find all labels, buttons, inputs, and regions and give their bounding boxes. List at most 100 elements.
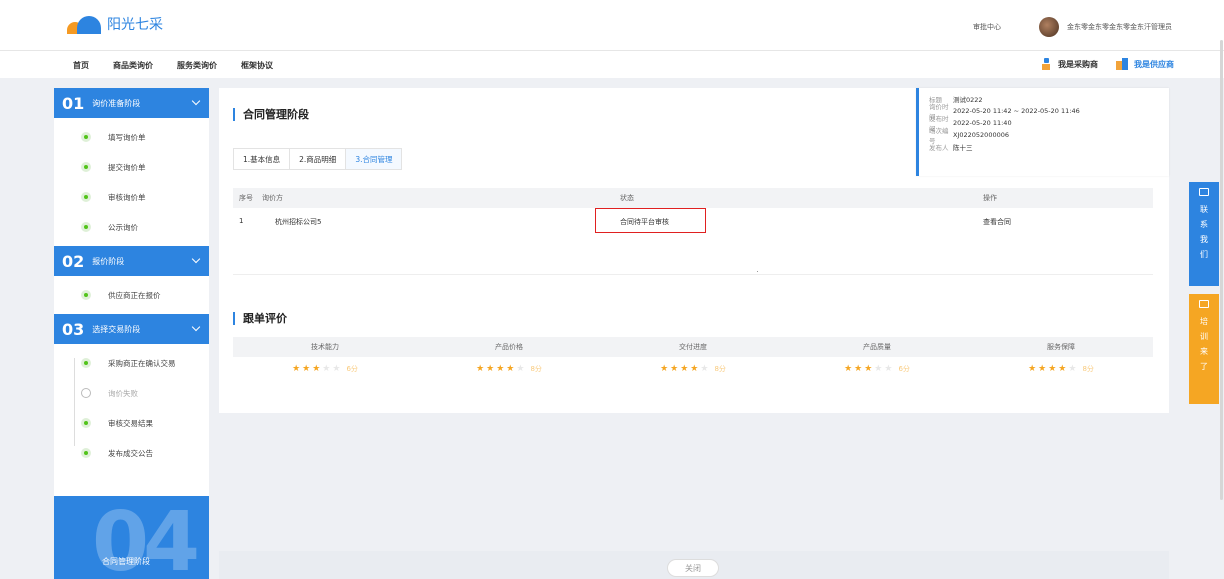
step-item[interactable]: 采购商正在确认交易 (54, 348, 209, 378)
supplier-label: 我是供应商 (1134, 59, 1174, 69)
status-highlight-box (595, 208, 706, 233)
stage-title: 询价准备阶段 (92, 98, 141, 108)
eval-col-price: 产品价格 (495, 343, 523, 351)
stage-number: 03 (62, 319, 85, 339)
star-filled-icon: ★ (670, 363, 679, 374)
close-button[interactable]: 关闭 (667, 559, 719, 577)
step-done-icon (81, 290, 91, 300)
star-filled-icon: ★ (660, 363, 669, 374)
info-value: 2022-05-20 11:42 ~ 2022-05-20 11:46 (953, 107, 1080, 115)
step-item[interactable]: 公示询价 (54, 212, 209, 242)
supplier-link[interactable]: 我是供应商 (1116, 58, 1174, 70)
step-done-icon (81, 358, 91, 368)
contact-char: 联 (1200, 205, 1208, 214)
star-empty-icon: ★ (700, 363, 709, 374)
stage-title: 选择交易阶段 (92, 324, 141, 334)
nav-menu: 首页 商品类询价 服务类询价 框架协议 (73, 60, 297, 71)
step-item[interactable]: 发布成交公告 (54, 438, 209, 468)
step-item[interactable]: 填写询价单 (54, 122, 209, 152)
nav-item-home[interactable]: 首页 (73, 60, 89, 71)
current-stage-label: 合同管理阶段 (102, 557, 150, 566)
star-filled-icon: ★ (1048, 363, 1057, 374)
step-item[interactable]: 询价失败 (54, 378, 209, 408)
rating-score: 8分 (1082, 365, 1094, 373)
step-done-icon (81, 132, 91, 142)
star-filled-icon: ★ (1028, 363, 1037, 374)
evaluation-header: 技术能力 产品价格 交付进度 产品质量 服务保障 (233, 337, 1153, 357)
logo[interactable]: 阳光七采 (65, 12, 163, 36)
star-filled-icon: ★ (854, 363, 863, 374)
contact-char: 系 (1200, 220, 1208, 229)
step-label: 询价失败 (108, 388, 138, 398)
nav-bar: 首页 商品类询价 服务类询价 框架协议 我是采购商 我是供应商 (0, 50, 1224, 78)
inquiry-info-panel: 标题 测试0222 询价时间 2022-05-20 11:42 ~ 2022-05-… (916, 88, 1169, 176)
current-stage-card[interactable]: 04 合同管理阶段 (54, 496, 209, 579)
star-filled-icon: ★ (506, 363, 515, 374)
training-button[interactable]: 培 训 来 了 (1189, 294, 1219, 404)
info-key: 发布人 (929, 144, 949, 152)
tab-basic-info[interactable]: 1.基本信息 (234, 149, 291, 169)
row-party: 杭州招标公司5 (275, 218, 322, 226)
star-empty-icon: ★ (322, 363, 331, 374)
star-empty-icon: ★ (874, 363, 883, 374)
stage-steps-02: 供应商正在报价 (54, 276, 209, 314)
rating-score: 6分 (346, 365, 358, 373)
info-time-row: 询价时间 2022-05-20 11:42 ~ 2022-05-20 11:46 (929, 103, 1159, 121)
training-char: 来 (1200, 347, 1208, 356)
info-value: 2022-05-20 11:40 (953, 119, 1012, 127)
page-scrollbar[interactable] (1220, 40, 1223, 500)
tab-goods-detail[interactable]: 2.商品明细 (290, 149, 347, 169)
buyer-label: 我是采购商 (1058, 59, 1098, 69)
info-title-row: 标题 测试0222 (929, 93, 1159, 105)
step-item[interactable]: 供应商正在报价 (54, 280, 209, 310)
stage-steps-03: 采购商正在确认交易 询价失败 审核交易结果 发布成交公告 (54, 344, 209, 472)
star-filled-icon: ★ (476, 363, 485, 374)
evaluation-title: 跟单评价 (233, 312, 287, 325)
section-title: 合同管理阶段 (233, 108, 309, 121)
current-stage-number: 04 (92, 496, 200, 579)
chevron-down-icon (191, 254, 201, 264)
training-char: 培 (1200, 317, 1208, 326)
training-char: 了 (1200, 362, 1208, 371)
step-item[interactable]: 提交询价单 (54, 152, 209, 182)
col-action: 操作 (983, 194, 997, 202)
star-filled-icon: ★ (1058, 363, 1067, 374)
star-filled-icon: ★ (690, 363, 699, 374)
user-name[interactable]: 金东零金东零金东零金东汗管理员 (1067, 22, 1172, 32)
step-item[interactable]: 审核询价单 (54, 182, 209, 212)
step-label: 填写询价单 (108, 132, 146, 142)
star-rating: ★ ★ ★ ★ ★ 8分 (969, 364, 1153, 374)
tab-contract[interactable]: 3.合同管理 (346, 149, 402, 169)
avatar[interactable] (1039, 17, 1059, 37)
contact-us-text: 联 系 我 们 (1189, 202, 1219, 262)
logo-cloud-icon (65, 12, 103, 36)
view-contract-link[interactable]: 查看合同 (983, 217, 1011, 227)
chat-icon (1199, 188, 1209, 196)
contact-us-button[interactable]: 联 系 我 们 (1189, 182, 1219, 286)
buyer-link[interactable]: 我是采购商 (1040, 58, 1098, 70)
approval-center-link[interactable]: 审批中心 (973, 22, 1001, 32)
divider (233, 274, 1153, 275)
star-filled-icon: ★ (496, 363, 505, 374)
star-filled-icon: ★ (312, 363, 321, 374)
monitor-icon (1199, 300, 1209, 308)
step-item[interactable]: 审核交易结果 (54, 408, 209, 438)
stage-header-01[interactable]: 01 询价准备阶段 (54, 88, 209, 118)
stage-number: 02 (62, 251, 85, 271)
header: 阳光七采 审批中心 金东零金东零金东零金东汗管理员 (0, 0, 1224, 50)
step-label: 采购商正在确认交易 (108, 358, 176, 368)
nav-item-framework[interactable]: 框架协议 (241, 60, 273, 71)
star-filled-icon: ★ (292, 363, 301, 374)
buyer-icon (1040, 58, 1052, 70)
info-code-row: 场次编号 XJ022052000006 (929, 127, 1159, 145)
training-text: 培 训 来 了 (1189, 314, 1219, 374)
nav-item-goods-inquiry[interactable]: 商品类询价 (113, 60, 153, 71)
star-empty-icon: ★ (516, 363, 525, 374)
step-label: 发布成交公告 (108, 448, 153, 458)
stage-header-03[interactable]: 03 选择交易阶段 (54, 314, 209, 344)
nav-item-service-inquiry[interactable]: 服务类询价 (177, 60, 217, 71)
evaluation-ratings: ★ ★ ★ ★ ★ 6分 ★ ★ ★ ★ ★ 8分 ★ ★ ★ ★ ★ 8分 ★ ★ ★ ★ ★ 6分 ★ ★ ★ ★ ★ 8分 (233, 364, 1153, 378)
star-empty-icon: ★ (1068, 363, 1077, 374)
info-publisher-row: 发布人 陈十三 (929, 141, 1159, 153)
stage-header-02[interactable]: 02 报价阶段 (54, 246, 209, 276)
